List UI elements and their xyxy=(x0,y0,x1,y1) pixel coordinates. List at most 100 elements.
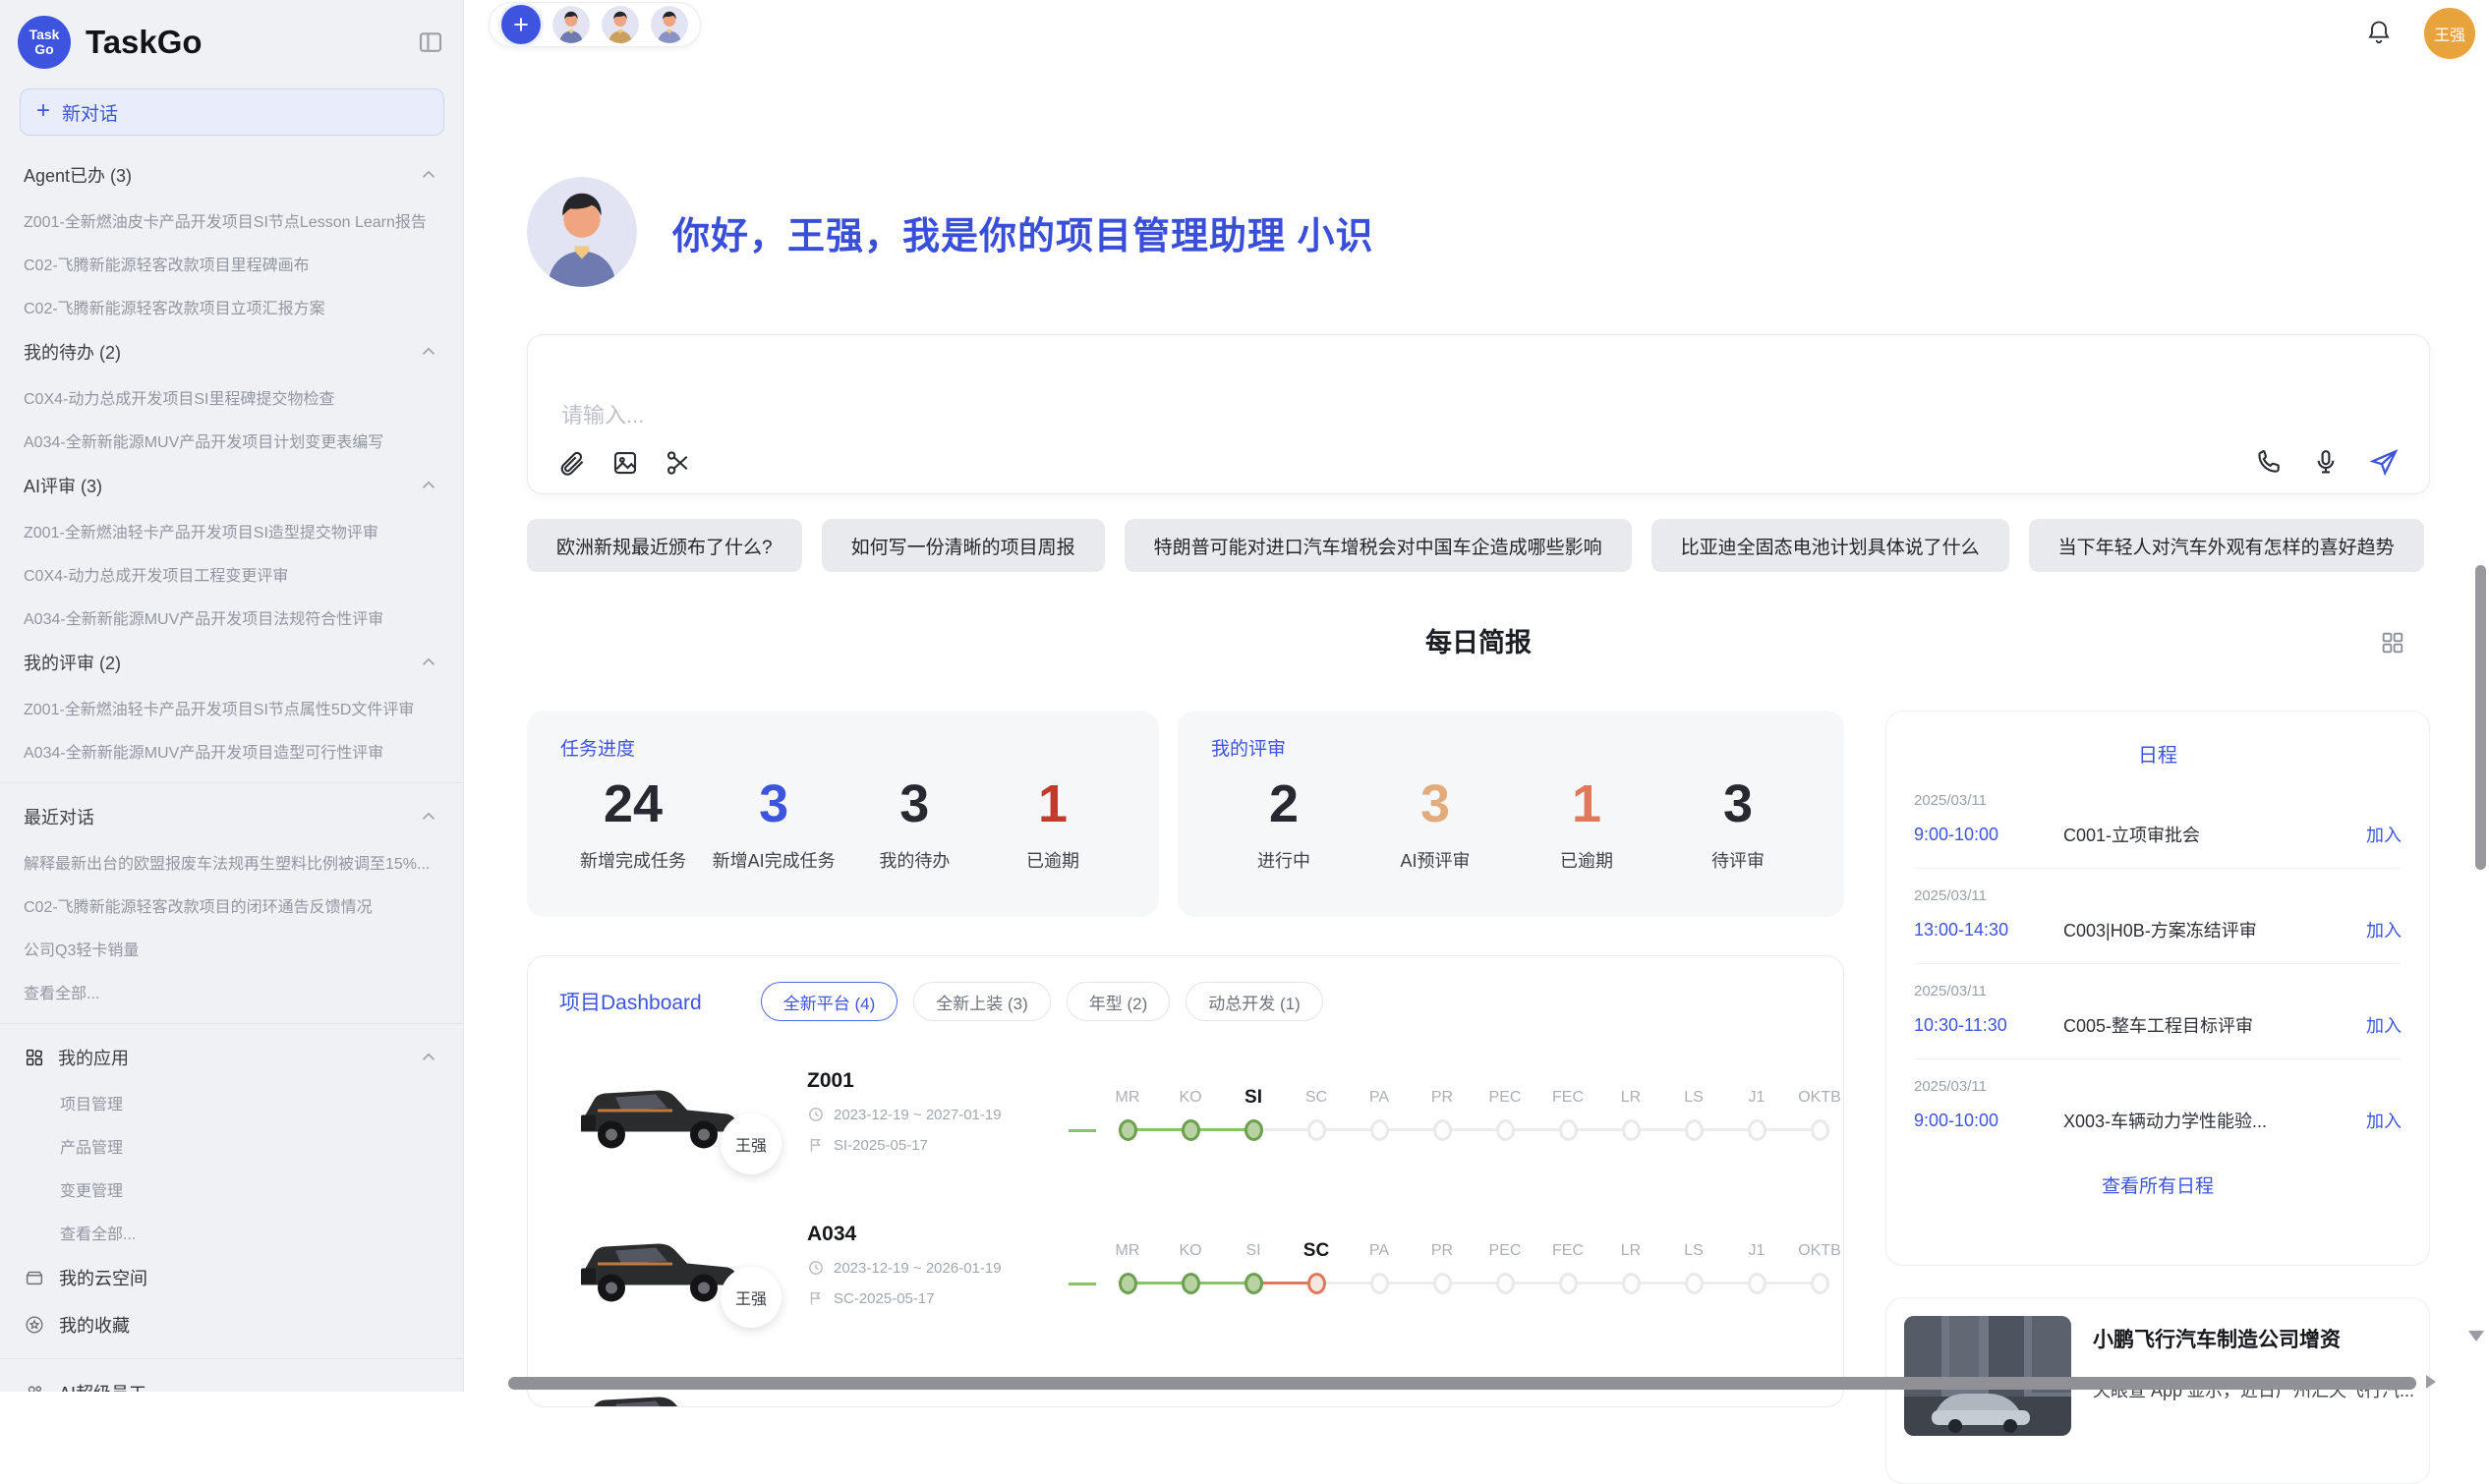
join-link[interactable]: 加入 xyxy=(2366,1108,2402,1133)
send-icon[interactable] xyxy=(2368,446,2400,478)
dashboard-filter-tab[interactable]: 年型 (2) xyxy=(1067,982,1171,1021)
suggestion-chip[interactable]: 如何写一份清晰的项目周报 xyxy=(822,519,1105,572)
section-title: AI评审 (3) xyxy=(24,473,418,498)
flag-icon xyxy=(807,1289,825,1307)
sidebar-task-item[interactable]: C0X4-动力总成开发项目工程变更评审 xyxy=(0,552,463,596)
sidebar-task-item[interactable]: Z001-全新燃油皮卡产品开发项目SI节点Lesson Learn报告 xyxy=(0,199,463,242)
horizontal-scrollbar[interactable] xyxy=(508,1377,2416,1390)
notification-bell-icon[interactable] xyxy=(2365,19,2393,46)
project-car-image: 王强 xyxy=(565,1056,752,1167)
suggestion-chip[interactable]: 当下年轻人对汽车外观有怎样的喜好趋势 xyxy=(2029,519,2424,572)
schedule-card: 日程 2025/03/119:00-10:00C001-立项审批会加入2025/… xyxy=(1885,711,2430,1266)
microphone-icon[interactable] xyxy=(2311,447,2341,477)
new-chat-button[interactable]: + 新对话 xyxy=(20,88,444,136)
chevron-up-icon[interactable] xyxy=(418,652,439,673)
join-link[interactable]: 加入 xyxy=(2366,822,2402,847)
sidebar-section-header[interactable]: AI评审 (3) xyxy=(0,462,463,509)
news-title: 小鹏飞行汽车制造公司增资 xyxy=(2093,1324,2414,1353)
suggestion-chip[interactable]: 特朗普可能对进口汽车增税会对中国车企造成哪些影响 xyxy=(1125,519,1632,572)
dashboard-filter-tab[interactable]: 动总开发 (1) xyxy=(1186,982,1323,1021)
milestone-dot xyxy=(1622,1119,1641,1141)
chevron-up-icon[interactable] xyxy=(418,341,439,363)
recent-chats-header[interactable]: 最近对话 xyxy=(0,793,463,840)
milestone-dot xyxy=(1685,1273,1704,1294)
scroll-right-arrow[interactable] xyxy=(2426,1375,2436,1389)
stat-label: 已逾期 xyxy=(1528,847,1646,873)
schedule-item: 2025/03/119:00-10:00X003-车辆动力学性能验...加入 xyxy=(1914,1059,2402,1154)
greeting-block: 你好，王强，我是你的项目管理助理 小识 xyxy=(527,177,1374,287)
schedule-time: 10:30-11:30 xyxy=(1914,1015,2063,1036)
sidebar-section-header[interactable]: 我的评审 (2) xyxy=(0,639,463,686)
view-all-chats-link[interactable]: 查看全部... xyxy=(0,970,463,1013)
sidebar-collapse-icon[interactable] xyxy=(416,28,445,57)
chevron-up-icon[interactable] xyxy=(418,1047,439,1068)
scroll-down-arrow[interactable] xyxy=(2468,1331,2484,1341)
my-apps-header[interactable]: 我的应用 xyxy=(0,1034,463,1081)
stat: 3AI预评审 xyxy=(1376,769,1494,873)
schedule-date: 2025/03/11 xyxy=(1914,887,2402,904)
agent-avatar[interactable] xyxy=(552,6,590,43)
dashboard-filter-tab[interactable]: 全新上装 (3) xyxy=(913,982,1051,1021)
recent-chat-item[interactable]: 公司Q3轻卡销量 xyxy=(0,927,463,970)
chevron-up-icon[interactable] xyxy=(418,806,439,828)
agent-avatar[interactable] xyxy=(602,6,639,43)
task-progress-card: 任务进度 24新增完成任务3新增AI完成任务3我的待办1已逾期 xyxy=(527,711,1159,917)
sidebar-task-item[interactable]: A034-全新新能源MUV产品开发项目计划变更表编写 xyxy=(0,419,463,462)
project-row[interactable]: 王强Z0012023-12-19 ~ 2027-01-19SI-2025-05-… xyxy=(559,1049,1843,1174)
app-title: TaskGo xyxy=(86,24,416,61)
sidebar-task-item[interactable]: Z001-全新燃油轻卡产品开发项目SI节点属性5D文件评审 xyxy=(0,686,463,729)
milestone: LS xyxy=(1662,1236,1725,1294)
milestone-label: PEC xyxy=(1474,1083,1536,1113)
milestone-dot xyxy=(1559,1119,1578,1141)
layout-grid-icon[interactable] xyxy=(2379,629,2406,656)
view-all-schedule-link[interactable]: 查看所有日程 xyxy=(1914,1154,2402,1216)
milestone-label: LS xyxy=(1662,1236,1725,1266)
recent-chat-item[interactable]: C02-飞腾新能源轻客改款项目的闭环通告反馈情况 xyxy=(0,884,463,927)
sidebar-item-people[interactable]: AI超级员工 xyxy=(0,1369,463,1392)
project-dates: 2023-12-19 ~ 2026-01-19 xyxy=(807,1259,1035,1277)
join-link[interactable]: 加入 xyxy=(2366,917,2402,942)
app-item[interactable]: 变更管理 xyxy=(0,1168,463,1211)
attachment-icon[interactable] xyxy=(557,448,587,478)
milestone: PR xyxy=(1411,1236,1474,1294)
apps-grid-icon xyxy=(24,1047,45,1068)
stats-row: 任务进度 24新增完成任务3新增AI完成任务3我的待办1已逾期 我的评审 2进行… xyxy=(527,711,1844,917)
join-link[interactable]: 加入 xyxy=(2366,1012,2402,1038)
user-avatar[interactable]: 王强 xyxy=(2424,8,2475,59)
chat-input[interactable]: 请输入... xyxy=(527,334,2430,494)
sidebar-task-item[interactable]: C02-飞腾新能源轻客改款项目立项汇报方案 xyxy=(0,285,463,328)
sidebar-task-item[interactable]: A034-全新新能源MUV产品开发项目法规符合性评审 xyxy=(0,596,463,639)
sidebar-task-item[interactable]: C02-飞腾新能源轻客改款项目里程碑画布 xyxy=(0,242,463,285)
app-item[interactable]: 项目管理 xyxy=(0,1081,463,1124)
agent-avatar[interactable] xyxy=(651,6,688,43)
dashboard-filter-tab[interactable]: 全新平台 (4) xyxy=(761,982,898,1021)
chevron-up-icon[interactable] xyxy=(418,475,439,496)
view-all-apps-link[interactable]: 查看全部... xyxy=(0,1211,463,1254)
sidebar-section-header[interactable]: 我的待办 (2) xyxy=(0,328,463,375)
sidebar-item-cloud-drive[interactable]: 我的云空间 xyxy=(0,1254,463,1301)
suggestion-chip[interactable]: 欧洲新规最近颁布了什么? xyxy=(527,519,802,572)
card-title: 我的评审 xyxy=(1211,734,1811,761)
project-row[interactable]: 王强A0342023-12-19 ~ 2026-01-19SC-2025-05-… xyxy=(559,1202,1843,1328)
sidebar-task-item[interactable]: A034-全新新能源MUV产品开发项目造型可行性评审 xyxy=(0,729,463,772)
chevron-up-icon[interactable] xyxy=(418,164,439,186)
stat-value: 3 xyxy=(855,769,973,839)
stat: 3我的待办 xyxy=(855,769,973,873)
sidebar-task-item[interactable]: C0X4-动力总成开发项目SI里程碑提交物检查 xyxy=(0,375,463,419)
image-icon[interactable] xyxy=(610,448,640,478)
stat-value: 3 xyxy=(713,769,836,839)
new-session-button[interactable]: + xyxy=(501,5,541,44)
sidebar-task-item[interactable]: Z001-全新燃油轻卡产品开发项目SI造型提交物评审 xyxy=(0,509,463,552)
sidebar-item-star-badge[interactable]: 我的收藏 xyxy=(0,1301,463,1348)
news-card[interactable]: 小鹏飞行汽车制造公司增资 天眼查 App 显示，近日广州汇天飞行汽... xyxy=(1885,1297,2430,1484)
project-flag: SI-2025-05-17 xyxy=(807,1136,1035,1154)
scissors-icon[interactable] xyxy=(664,448,693,478)
phone-icon[interactable] xyxy=(2254,447,2284,477)
sidebar-section-header[interactable]: Agent已办 (3) xyxy=(0,151,463,199)
suggestion-chip[interactable]: 比亚迪全固态电池计划具体说了什么 xyxy=(1651,519,2009,572)
app-item[interactable]: 产品管理 xyxy=(0,1124,463,1168)
milestone-label: SC xyxy=(1285,1236,1348,1266)
vertical-scrollbar[interactable] xyxy=(2475,565,2486,870)
milestone-dot xyxy=(1119,1273,1137,1294)
recent-chat-item[interactable]: 解释最新出台的欧盟报废车法规再生塑料比例被调至15%... xyxy=(0,840,463,884)
